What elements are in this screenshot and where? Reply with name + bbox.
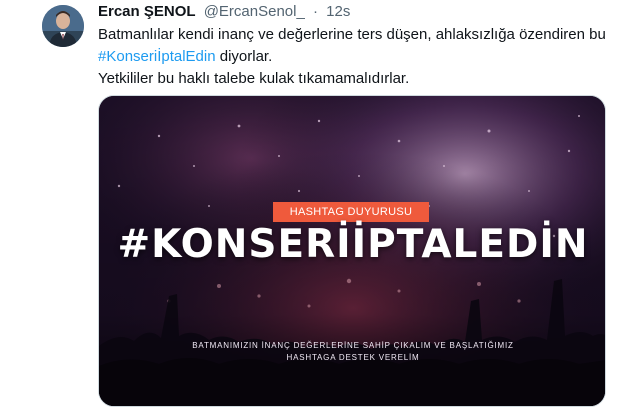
tweet-text-line-3: Yetkililer bu haklı talebe kulak tıkamam… [98,70,410,87]
tweet-media-image[interactable]: HASHTAG DUYURUSU #KONSERİİPTALEDİN BATMA… [98,95,606,407]
hashtag-announcement-badge: HASHTAG DUYURUSU [273,202,429,222]
tweet-text-line-2-rest: diyorlar. [215,48,273,65]
tweet-text-line-2: #KonseriİptalEdin diyorlar. [98,46,628,68]
separator-dot: · [313,3,318,20]
tweet[interactable]: Ercan ŞENOL @ErcanSenol_ · 12s Batmanlıl… [0,0,640,416]
author-handle[interactable]: @ErcanSenol_ [204,3,305,20]
hashtag-link[interactable]: #KonseriİptalEdin [98,48,216,65]
profile-photo-icon [42,5,84,47]
campaign-subtitle-line-2: HASHTAGA DESTEK VERELİM [286,353,420,362]
author-avatar[interactable] [42,5,84,47]
campaign-subtitle-line-1: BATMANIMIZIN İNANÇ DEĞERLERİNE SAHİP ÇIK… [192,341,514,350]
campaign-subtitle: BATMANIMIZIN İNANÇ DEĞERLERİNE SAHİP ÇIK… [99,340,605,364]
author-name[interactable]: Ercan ŞENOL [98,3,196,20]
campaign-hashtag-title: #KONSERİİPTALEDİN [117,222,589,267]
tweet-header: Ercan ŞENOL @ErcanSenol_ · 12s [98,2,350,22]
tweet-timestamp[interactable]: 12s [326,3,350,20]
tweet-text-line-1: Batmanlılar kendi inanç ve değerlerine t… [98,26,606,43]
tweet-text: Batmanlılar kendi inanç ve değerlerine t… [98,24,628,90]
